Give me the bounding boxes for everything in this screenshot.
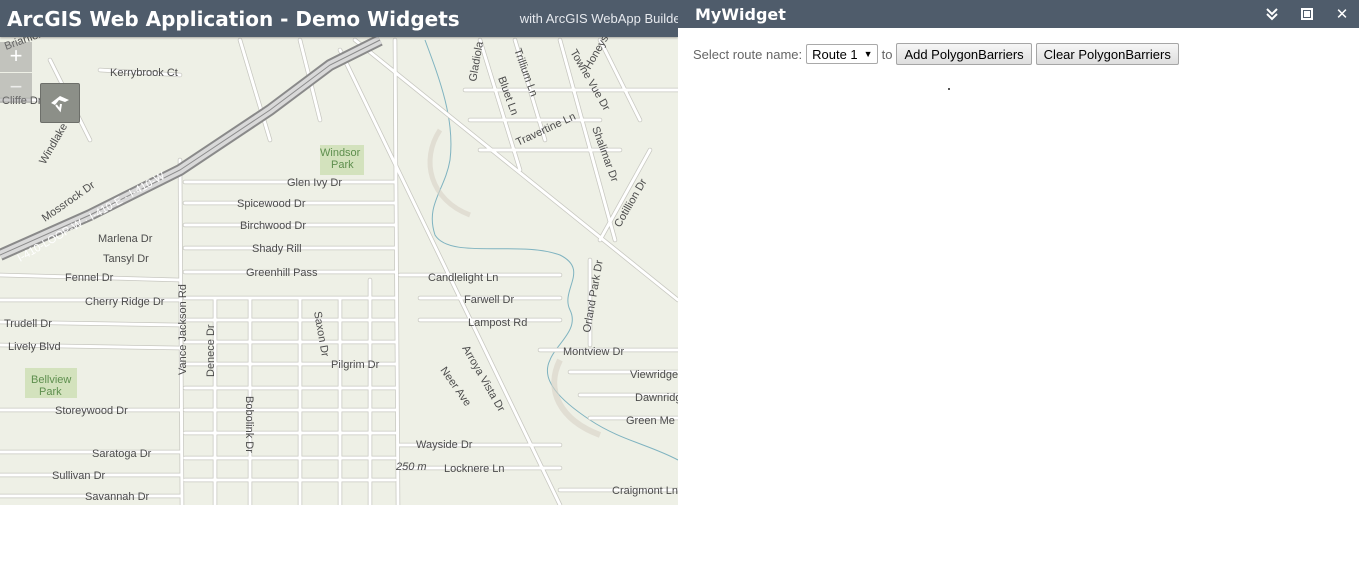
- street-label: Candlelight Ln: [428, 272, 498, 284]
- street-label: Vance Jackson Rd: [177, 284, 189, 375]
- street-label: Kerrybrook Ct: [110, 67, 178, 79]
- dropdown-arrow-icon: ▼: [863, 49, 873, 59]
- maximize-icon[interactable]: [1298, 5, 1316, 23]
- street-label: Tansyl Dr: [103, 253, 149, 265]
- park-label: Park: [39, 386, 62, 398]
- street-label: Farwell Dr: [464, 294, 514, 306]
- home-icon: [51, 96, 69, 113]
- street-label: Craigmont Ln: [612, 485, 678, 497]
- street-label: Denece Dr: [205, 324, 217, 377]
- street-label: Montview Dr: [563, 346, 624, 358]
- map-application: Briarfield Dr Kerrybrook Ct Cliffe Dr Wi…: [0, 0, 678, 505]
- route-select-value: Route 1: [812, 46, 858, 62]
- loading-dot: [948, 88, 950, 90]
- street-label: Lampost Rd: [468, 317, 527, 329]
- street-label: Trudell Dr: [4, 318, 52, 330]
- app-title: ArcGIS Web Application - Demo Widgets: [7, 6, 460, 31]
- clear-polygon-barriers-button[interactable]: Clear PolygonBarriers: [1035, 43, 1179, 65]
- route-controls: Select route name: Route 1 ▼ to Add Poly…: [693, 43, 1179, 65]
- zoom-in-button[interactable]: +: [0, 42, 32, 72]
- street-label: Birchwood Dr: [240, 220, 306, 232]
- collapse-icon[interactable]: [1263, 5, 1281, 23]
- select-route-label: Select route name:: [693, 46, 803, 62]
- street-label: Greenhill Pass: [246, 267, 318, 279]
- map-view[interactable]: Briarfield Dr Kerrybrook Ct Cliffe Dr Wi…: [0, 0, 678, 505]
- home-button[interactable]: [40, 83, 80, 123]
- street-label: Wayside Dr: [416, 439, 473, 451]
- add-polygon-barriers-button[interactable]: Add PolygonBarriers: [896, 43, 1032, 65]
- street-label: Fennel Dr: [65, 272, 114, 284]
- street-label: Marlena Dr: [98, 233, 153, 245]
- park-label: Bellview: [31, 374, 71, 386]
- basemap: Briarfield Dr Kerrybrook Ct Cliffe Dr Wi…: [0, 0, 678, 505]
- street-label: Lively Blvd: [8, 341, 61, 353]
- street-label: Cherry Ridge Dr: [85, 296, 165, 308]
- app-subtitle: with ArcGIS WebApp Builder: [519, 11, 678, 26]
- street-label: Savannah Dr: [85, 491, 150, 503]
- widget-panel: MyWidget ✕ Select route name: Route 1 ▼ …: [678, 0, 1359, 580]
- park-label: Windsor: [320, 147, 361, 159]
- panel-header: MyWidget ✕: [678, 0, 1359, 28]
- street-label: Bobolink Dr: [243, 396, 255, 453]
- street-label: Shady Rill: [252, 243, 302, 255]
- to-label: to: [881, 46, 893, 62]
- street-label: Spicewood Dr: [237, 198, 306, 210]
- street-label: Sullivan Dr: [52, 470, 106, 482]
- street-label: Locknere Ln: [444, 463, 505, 475]
- app-header: ArcGIS Web Application - Demo Widgets wi…: [0, 0, 678, 37]
- street-label: Dawnridge: [635, 392, 678, 404]
- street-label: Pilgrim Dr: [331, 359, 380, 371]
- zoom-out-button[interactable]: −: [0, 73, 32, 103]
- close-icon[interactable]: ✕: [1333, 5, 1351, 23]
- route-select[interactable]: Route 1 ▼: [806, 44, 878, 64]
- street-label: Saratoga Dr: [92, 448, 152, 460]
- park-label: Park: [331, 159, 354, 171]
- scale-label: 250 m: [395, 461, 427, 473]
- street-label: Storeywood Dr: [55, 405, 128, 417]
- street-label: Green Me: [626, 415, 675, 427]
- street-label: Viewridge: [630, 369, 678, 381]
- panel-title: MyWidget: [695, 4, 786, 24]
- street-label: Glen Ivy Dr: [287, 177, 342, 189]
